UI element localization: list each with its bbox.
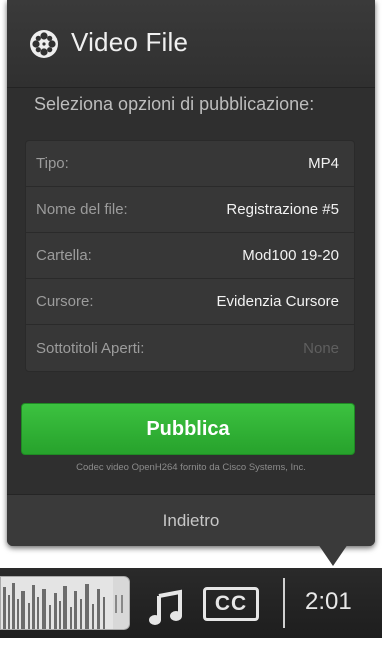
popover-header: Video File <box>7 0 375 88</box>
screen: Video File Seleziona opzioni di pubblica… <box>0 0 382 658</box>
option-value: Registrazione #5 <box>226 201 339 218</box>
slider-grip-icon[interactable] <box>115 595 123 613</box>
film-reel-icon <box>30 30 58 58</box>
option-filename-row[interactable]: Nome del file: Registrazione #5 <box>26 187 354 233</box>
closed-captions-icon[interactable]: CC <box>203 587 259 621</box>
popover-title: Video File <box>71 27 189 57</box>
divider <box>283 578 285 628</box>
publish-button[interactable]: Pubblica <box>21 403 355 455</box>
option-label: Tipo: <box>36 155 69 172</box>
option-value: Evidenzia Cursore <box>216 293 339 310</box>
options-heading: Seleziona opzioni di pubblicazione: <box>34 94 315 114</box>
popover-pointer <box>318 544 348 566</box>
option-value: None <box>303 339 339 357</box>
option-label: Sottotitoli Aperti: <box>36 339 145 357</box>
codec-note: Codec video OpenH264 fornito da Cisco Sy… <box>76 462 306 473</box>
publish-options-list: Tipo: MP4 Nome del file: Registrazione #… <box>25 140 355 372</box>
option-value: MP4 <box>308 155 339 172</box>
option-label: Cursore: <box>36 293 94 310</box>
control-strip: CC 2:01 <box>0 568 382 638</box>
video-thumbnail-slider[interactable] <box>0 576 130 630</box>
option-value: Mod100 19-20 <box>242 247 339 264</box>
option-type-row[interactable]: Tipo: MP4 <box>26 141 354 187</box>
music-note-icon[interactable] <box>146 588 186 628</box>
back-button[interactable]: Indietro <box>7 494 375 546</box>
option-folder-row[interactable]: Cartella: Mod100 19-20 <box>26 233 354 279</box>
option-open-captions-row[interactable]: Sottotitoli Aperti: None <box>26 325 354 371</box>
publish-popover: Video File Seleziona opzioni di pubblica… <box>7 0 375 546</box>
waveform-icon <box>1 577 113 629</box>
option-cursor-row[interactable]: Cursore: Evidenzia Cursore <box>26 279 354 325</box>
option-label: Cartella: <box>36 247 92 264</box>
option-label: Nome del file: <box>36 201 128 218</box>
duration-readout: 2:01 <box>305 588 352 615</box>
